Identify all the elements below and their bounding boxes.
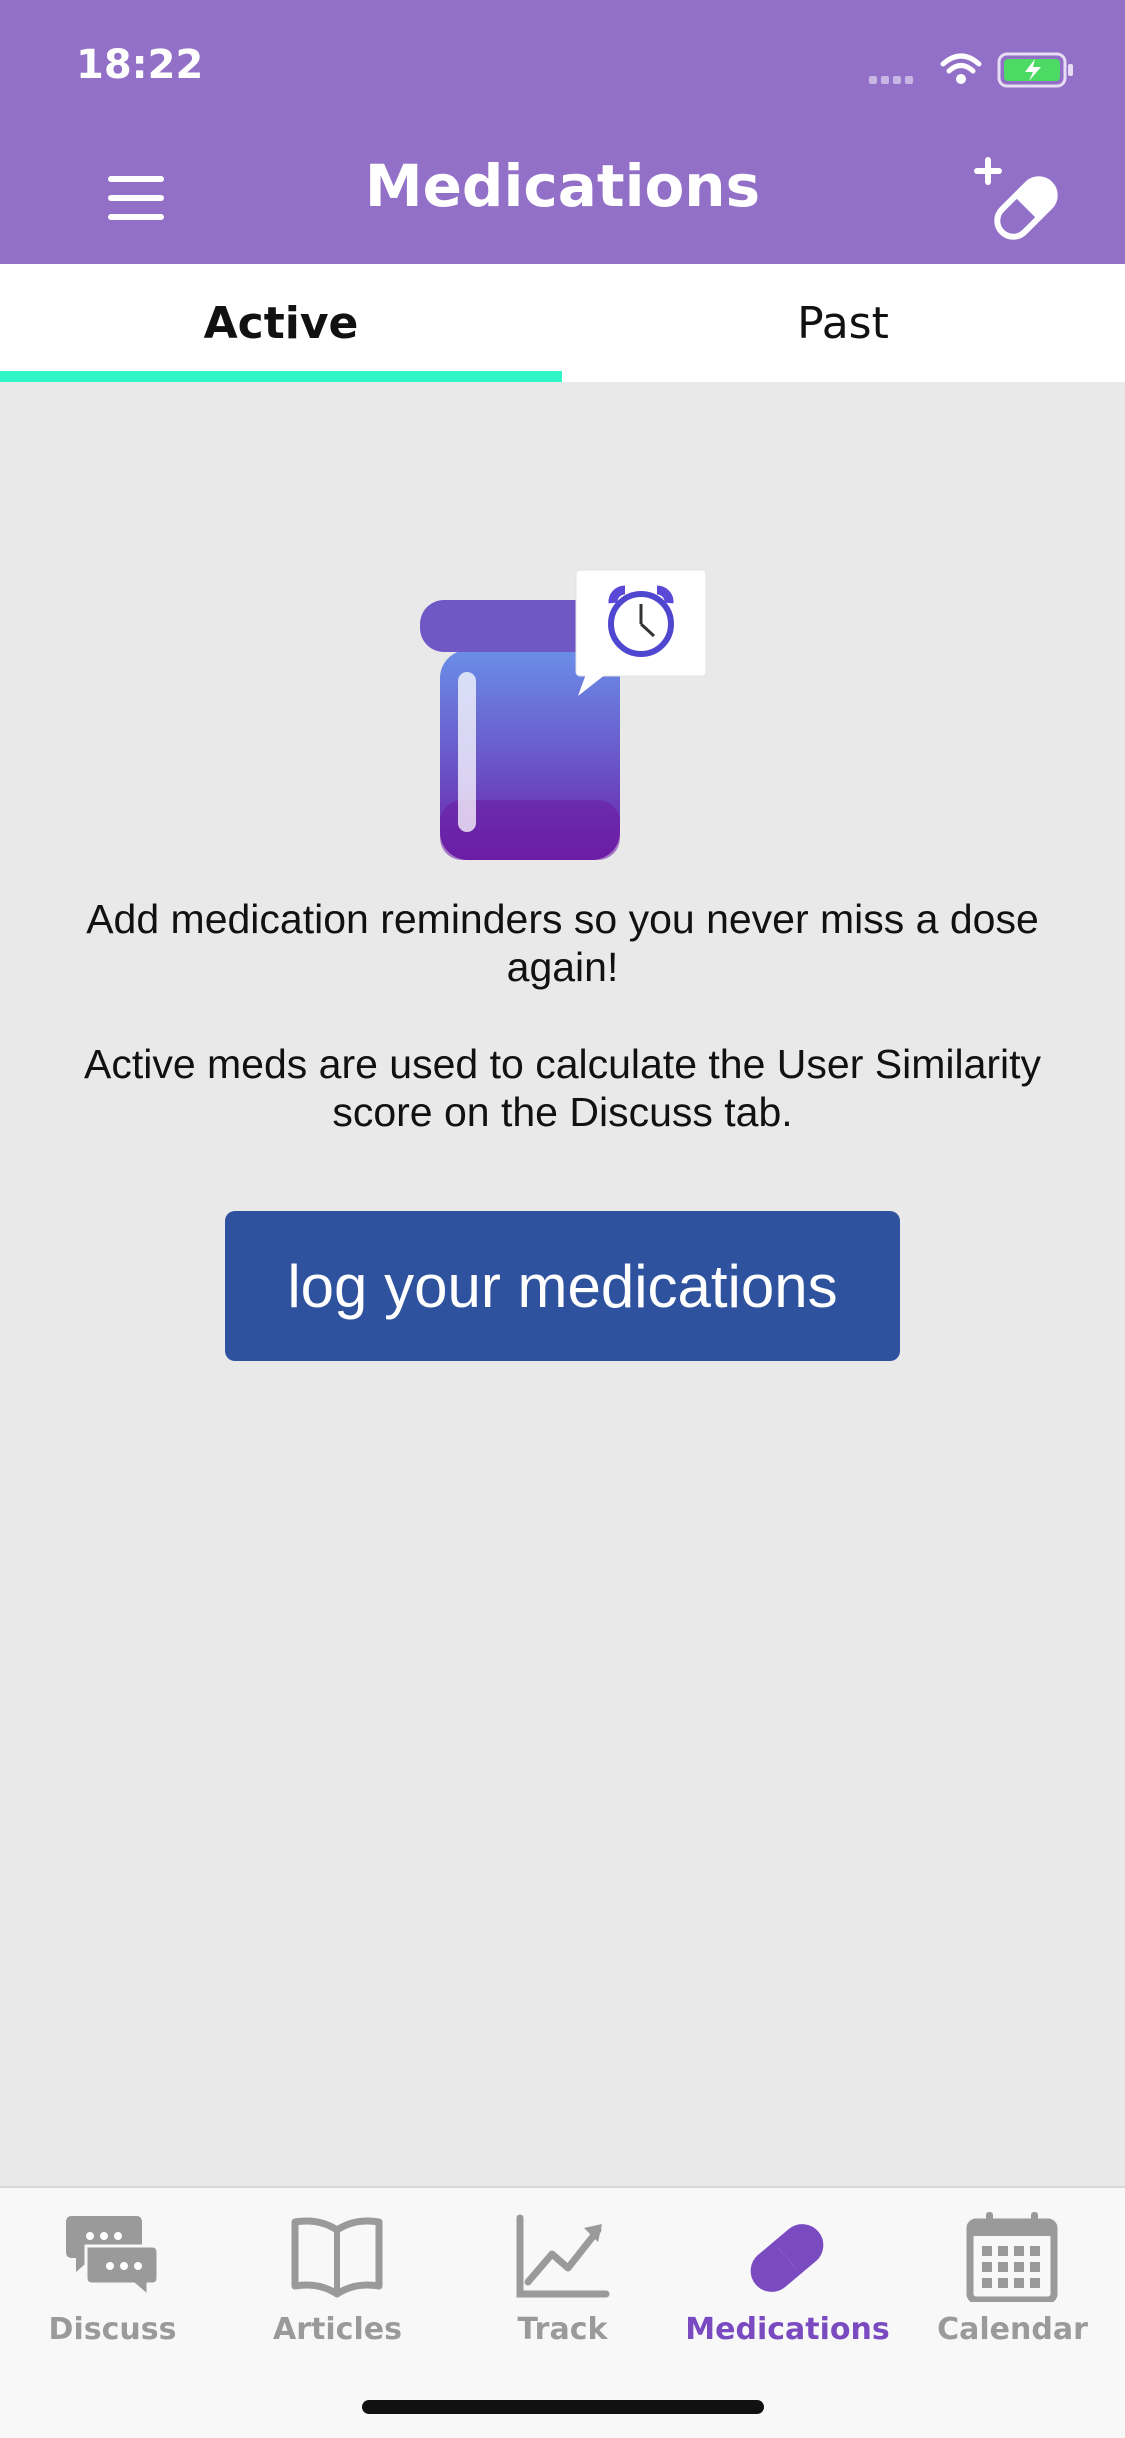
status-icons	[869, 52, 1073, 88]
home-indicator	[362, 2400, 764, 2414]
segment-tabs: Active Past	[0, 264, 1125, 382]
tabbar-item-articles[interactable]: Articles	[225, 2204, 450, 2354]
wifi-dot	[956, 74, 966, 84]
similarity-note: Active meds are used to calculate the Us…	[83, 1041, 1042, 1135]
app-header: 18:22 Medications	[0, 0, 1125, 264]
chart-icon	[516, 2214, 610, 2298]
tabbar-label-articles: Articles	[273, 2312, 402, 2347]
tabbar-label-medications: Medications	[685, 2312, 890, 2347]
pill-icon	[750, 2224, 824, 2292]
battery-icon	[997, 52, 1073, 88]
tab-past[interactable]: Past	[562, 264, 1124, 382]
tabbar-label-discuss: Discuss	[48, 2312, 177, 2347]
wifi-icon	[940, 53, 982, 74]
add-pill-icon	[974, 157, 1058, 240]
add-medication-button[interactable]	[970, 152, 1064, 246]
empty-state-message: Add medication reminders so you never mi…	[86, 896, 1039, 990]
log-medications-button[interactable]: log your medications	[225, 1211, 900, 1361]
status-time: 18:22	[76, 42, 204, 88]
tabbar-label-track: Track	[517, 2312, 608, 2347]
signal-icon	[869, 76, 913, 84]
calendar-icon	[966, 2212, 1058, 2302]
tabbar-item-track[interactable]: Track	[450, 2204, 675, 2354]
tab-active[interactable]: Active	[0, 264, 562, 382]
page-title: Medications	[364, 152, 761, 220]
tabbar-item-medications[interactable]: Medications	[675, 2204, 900, 2354]
tabbar-item-calendar[interactable]: Calendar	[900, 2204, 1125, 2354]
tabbar-label-calendar: Calendar	[937, 2312, 1088, 2347]
book-icon	[291, 2217, 383, 2298]
alarm-clock-icon	[608, 585, 674, 657]
tabbar-item-discuss[interactable]: Discuss	[0, 2204, 225, 2354]
bottom-tab-bar: Discuss Articles Track Medications Calen…	[0, 2186, 1125, 2438]
medication-bottle-illustration	[420, 569, 707, 860]
alarm-reminder-card	[575, 569, 707, 696]
chat-bubbles-icon	[66, 2216, 160, 2300]
tab-indicator	[0, 371, 562, 382]
